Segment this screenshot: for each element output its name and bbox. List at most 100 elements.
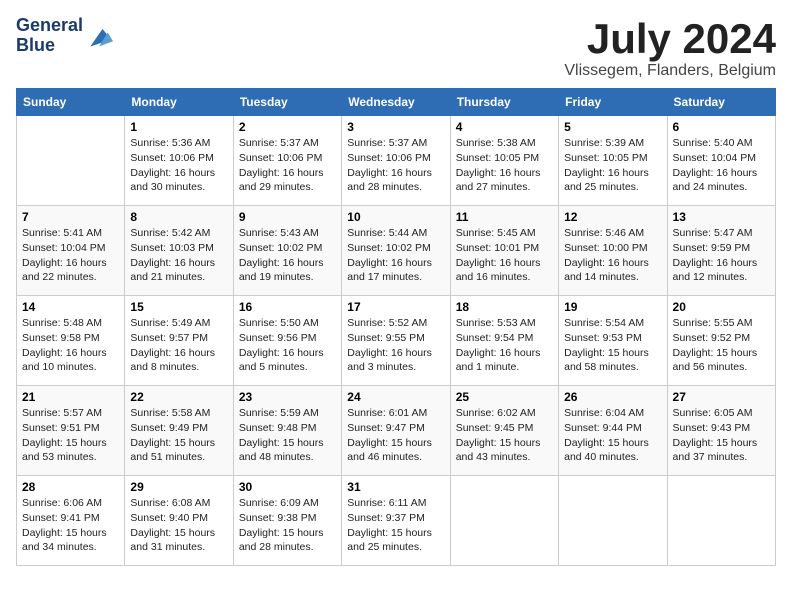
day-number: 7 [22, 210, 119, 224]
calendar-cell: 11 Sunrise: 5:45 AM Sunset: 10:01 PM Dayl… [450, 206, 558, 296]
calendar-cell: 1 Sunrise: 5:36 AM Sunset: 10:06 PM Dayli… [125, 116, 233, 206]
day-info: Sunrise: 5:39 AM Sunset: 10:05 PM Daylig… [564, 136, 661, 195]
day-info: Sunrise: 6:08 AM Sunset: 9:40 PM Dayligh… [130, 496, 227, 555]
day-info: Sunrise: 6:11 AM Sunset: 9:37 PM Dayligh… [347, 496, 444, 555]
day-info: Sunrise: 5:36 AM Sunset: 10:06 PM Daylig… [130, 136, 227, 195]
calendar-cell: 8Sunrise: 5:42 AM Sunset: 10:03 PM Dayli… [125, 206, 233, 296]
day-info: Sunrise: 5:53 AM Sunset: 9:54 PM Dayligh… [456, 316, 553, 375]
day-number: 17 [347, 300, 444, 314]
calendar-cell: 3 Sunrise: 5:37 AM Sunset: 10:06 PM Dayli… [342, 116, 450, 206]
day-info: Sunrise: 5:54 AM Sunset: 9:53 PM Dayligh… [564, 316, 661, 375]
calendar-cell: 2 Sunrise: 5:37 AM Sunset: 10:06 PM Dayli… [233, 116, 341, 206]
calendar-cell: 20Sunrise: 5:55 AM Sunset: 9:52 PM Dayli… [667, 296, 775, 386]
calendar-body: 1 Sunrise: 5:36 AM Sunset: 10:06 PM Dayli… [17, 116, 776, 566]
day-number: 15 [130, 300, 227, 314]
day-number: 18 [456, 300, 553, 314]
calendar-cell: 24 Sunrise: 6:01 AM Sunset: 9:47 PM Dayli… [342, 386, 450, 476]
day-number: 30 [239, 480, 336, 494]
page-header: GeneralBlue July 2024 Vlissegem, Flander… [16, 16, 776, 80]
day-info: Sunrise: 6:02 AM Sunset: 9:45 PM Dayligh… [456, 406, 553, 465]
calendar-cell: 15 Sunrise: 5:49 AM Sunset: 9:57 PM Dayli… [125, 296, 233, 386]
calendar-cell: 6Sunrise: 5:40 AM Sunset: 10:04 PM Dayli… [667, 116, 775, 206]
location-subtitle: Vlissegem, Flanders, Belgium [564, 62, 776, 80]
calendar-cell: 22 Sunrise: 5:58 AM Sunset: 9:49 PM Dayli… [125, 386, 233, 476]
day-number: 14 [22, 300, 119, 314]
day-number: 19 [564, 300, 661, 314]
calendar-cell: 5 Sunrise: 5:39 AM Sunset: 10:05 PM Dayli… [559, 116, 667, 206]
day-number: 9 [239, 210, 336, 224]
day-info: Sunrise: 5:45 AM Sunset: 10:01 PM Daylig… [456, 226, 553, 285]
calendar-cell [667, 476, 775, 566]
calendar-cell: 14 Sunrise: 5:48 AM Sunset: 9:58 PM Dayli… [17, 296, 125, 386]
day-info: Sunrise: 5:48 AM Sunset: 9:58 PM Dayligh… [22, 316, 119, 375]
calendar-table: SundayMondayTuesdayWednesdayThursdayFrid… [16, 88, 776, 566]
day-info: Sunrise: 5:49 AM Sunset: 9:57 PM Dayligh… [130, 316, 227, 375]
weekday-header-sunday: Sunday [17, 89, 125, 116]
calendar-cell: 21 Sunrise: 5:57 AM Sunset: 9:51 PM Dayli… [17, 386, 125, 476]
weekday-header-row: SundayMondayTuesdayWednesdayThursdayFrid… [17, 89, 776, 116]
weekday-header-monday: Monday [125, 89, 233, 116]
day-number: 20 [673, 300, 770, 314]
calendar-cell: 16 Sunrise: 5:50 AM Sunset: 9:56 PM Dayli… [233, 296, 341, 386]
day-info: Sunrise: 5:44 AM Sunset: 10:02 PM Daylig… [347, 226, 444, 285]
day-number: 8 [130, 210, 227, 224]
day-number: 24 [347, 390, 444, 404]
week-row-2: 7 Sunrise: 5:41 AM Sunset: 10:04 PM Dayli… [17, 206, 776, 296]
weekday-header-wednesday: Wednesday [342, 89, 450, 116]
week-row-4: 21 Sunrise: 5:57 AM Sunset: 9:51 PM Dayli… [17, 386, 776, 476]
day-number: 1 [130, 120, 227, 134]
day-number: 5 [564, 120, 661, 134]
calendar-cell: 30Sunrise: 6:09 AM Sunset: 9:38 PM Dayli… [233, 476, 341, 566]
day-number: 25 [456, 390, 553, 404]
day-number: 21 [22, 390, 119, 404]
calendar-cell: 23Sunrise: 5:59 AM Sunset: 9:48 PM Dayli… [233, 386, 341, 476]
day-info: Sunrise: 6:06 AM Sunset: 9:41 PM Dayligh… [22, 496, 119, 555]
calendar-cell: 4Sunrise: 5:38 AM Sunset: 10:05 PM Dayli… [450, 116, 558, 206]
day-number: 27 [673, 390, 770, 404]
day-number: 2 [239, 120, 336, 134]
calendar-cell: 19 Sunrise: 5:54 AM Sunset: 9:53 PM Dayli… [559, 296, 667, 386]
day-info: Sunrise: 5:38 AM Sunset: 10:05 PM Daylig… [456, 136, 553, 195]
day-number: 29 [130, 480, 227, 494]
day-info: Sunrise: 5:47 AM Sunset: 9:59 PM Dayligh… [673, 226, 770, 285]
calendar-cell [17, 116, 125, 206]
day-info: Sunrise: 6:05 AM Sunset: 9:43 PM Dayligh… [673, 406, 770, 465]
day-number: 3 [347, 120, 444, 134]
day-info: Sunrise: 5:37 AM Sunset: 10:06 PM Daylig… [239, 136, 336, 195]
day-info: Sunrise: 5:43 AM Sunset: 10:02 PM Daylig… [239, 226, 336, 285]
month-title: July 2024 [564, 16, 776, 62]
day-info: Sunrise: 5:41 AM Sunset: 10:04 PM Daylig… [22, 226, 119, 285]
week-row-3: 14 Sunrise: 5:48 AM Sunset: 9:58 PM Dayli… [17, 296, 776, 386]
day-number: 26 [564, 390, 661, 404]
week-row-5: 28Sunrise: 6:06 AM Sunset: 9:41 PM Dayli… [17, 476, 776, 566]
day-number: 12 [564, 210, 661, 224]
day-number: 16 [239, 300, 336, 314]
day-number: 11 [456, 210, 553, 224]
day-info: Sunrise: 5:57 AM Sunset: 9:51 PM Dayligh… [22, 406, 119, 465]
calendar-cell: 27 Sunrise: 6:05 AM Sunset: 9:43 PM Dayli… [667, 386, 775, 476]
calendar-cell: 28Sunrise: 6:06 AM Sunset: 9:41 PM Dayli… [17, 476, 125, 566]
day-info: Sunrise: 5:37 AM Sunset: 10:06 PM Daylig… [347, 136, 444, 195]
logo-icon [85, 22, 113, 50]
calendar-cell: 13 Sunrise: 5:47 AM Sunset: 9:59 PM Dayli… [667, 206, 775, 296]
day-number: 31 [347, 480, 444, 494]
weekday-header-saturday: Saturday [667, 89, 775, 116]
day-number: 13 [673, 210, 770, 224]
calendar-cell: 29 Sunrise: 6:08 AM Sunset: 9:40 PM Dayli… [125, 476, 233, 566]
calendar-cell: 9 Sunrise: 5:43 AM Sunset: 10:02 PM Dayli… [233, 206, 341, 296]
day-info: Sunrise: 5:58 AM Sunset: 9:49 PM Dayligh… [130, 406, 227, 465]
logo-text: GeneralBlue [16, 16, 83, 56]
week-row-1: 1 Sunrise: 5:36 AM Sunset: 10:06 PM Dayli… [17, 116, 776, 206]
calendar-cell: 10Sunrise: 5:44 AM Sunset: 10:02 PM Dayl… [342, 206, 450, 296]
day-number: 23 [239, 390, 336, 404]
day-info: Sunrise: 5:46 AM Sunset: 10:00 PM Daylig… [564, 226, 661, 285]
day-info: Sunrise: 5:50 AM Sunset: 9:56 PM Dayligh… [239, 316, 336, 375]
day-number: 6 [673, 120, 770, 134]
day-number: 22 [130, 390, 227, 404]
day-info: Sunrise: 6:01 AM Sunset: 9:47 PM Dayligh… [347, 406, 444, 465]
calendar-cell: 7 Sunrise: 5:41 AM Sunset: 10:04 PM Dayli… [17, 206, 125, 296]
weekday-header-friday: Friday [559, 89, 667, 116]
day-info: Sunrise: 5:52 AM Sunset: 9:55 PM Dayligh… [347, 316, 444, 375]
day-info: Sunrise: 6:04 AM Sunset: 9:44 PM Dayligh… [564, 406, 661, 465]
title-block: July 2024 Vlissegem, Flanders, Belgium [564, 16, 776, 80]
